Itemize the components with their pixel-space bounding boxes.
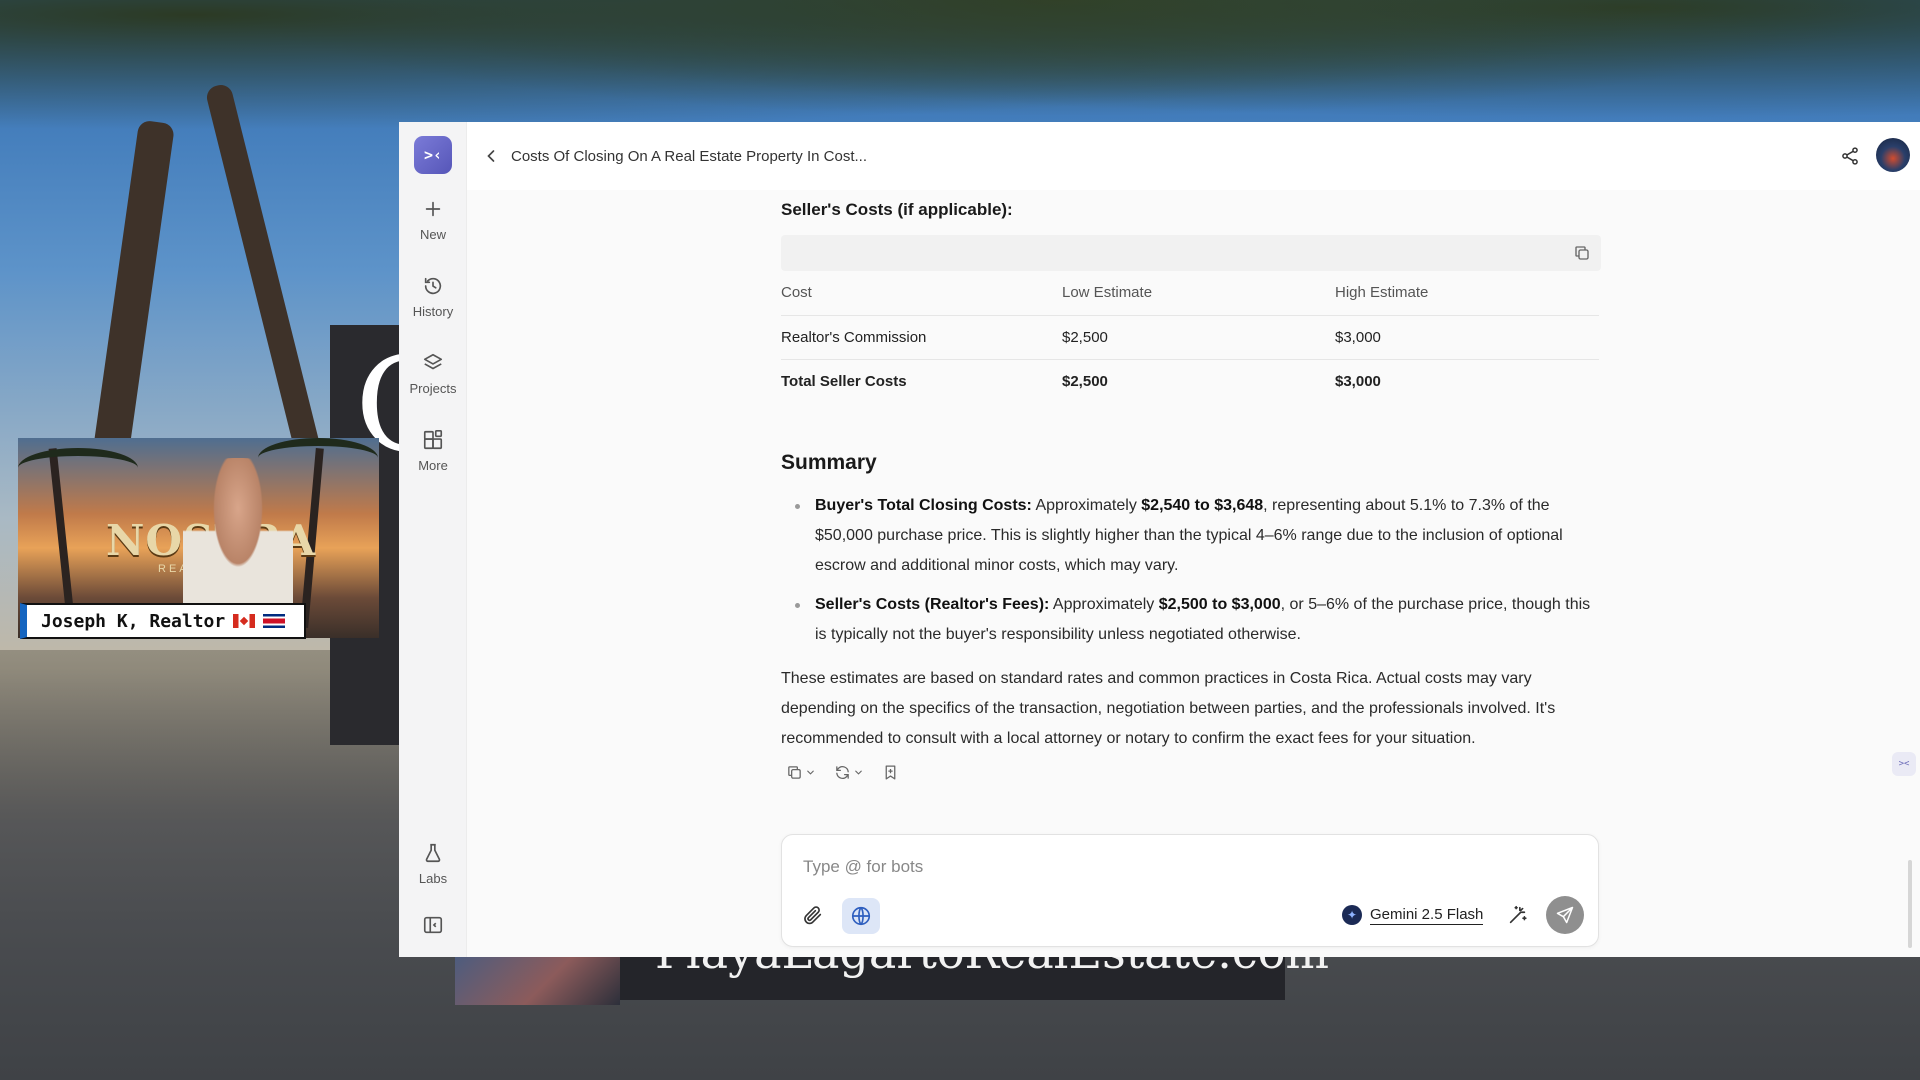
left-rail: >‹ New History Projects More Labs (399, 122, 467, 957)
rail-new-label: New (419, 227, 446, 242)
send-icon (1556, 906, 1574, 924)
bullet-amount: $2,500 to $3,000 (1158, 596, 1281, 613)
share-icon[interactable] (1840, 146, 1860, 166)
presenter-name: Joseph K, Realtor (41, 610, 226, 632)
sidebar-collapse-icon (422, 914, 444, 936)
rail-more-label: More (418, 458, 448, 473)
table-cell: $2,500 (1062, 315, 1335, 360)
bookmark-icon (885, 765, 896, 780)
rail-projects-label: Projects (409, 381, 457, 396)
chat-app-window: >‹ New History Projects More Labs Costs … (399, 122, 1920, 957)
chevron-down-icon (807, 770, 814, 775)
history-icon (422, 275, 444, 297)
floating-assistant-icon[interactable]: >< (1892, 752, 1916, 776)
copy-message-button[interactable] (786, 764, 816, 781)
bullet-text: Approximately (1049, 596, 1159, 613)
bullet-amount: $2,540 to $3,648 (1141, 497, 1264, 514)
list-item: Seller's Costs (Realtor's Fees): Approxi… (795, 590, 1601, 650)
table-cell: $3,000 (1335, 372, 1381, 390)
column-header: High Estimate (1335, 271, 1599, 316)
seller-costs-heading: Seller's Costs (if applicable): (781, 200, 1013, 219)
scrollbar[interactable] (1908, 860, 1912, 948)
bot-message: Seller's Costs (if applicable): Cost Low… (781, 200, 1601, 754)
web-search-toggle[interactable] (842, 898, 880, 934)
rail-labs-label: Labs (418, 871, 448, 886)
layers-icon (422, 352, 444, 374)
table-cell: $3,000 (1335, 315, 1599, 360)
bullet-text: Approximately (1031, 497, 1142, 514)
copy-icon (788, 766, 801, 779)
summary-heading: Summary (781, 451, 877, 474)
rail-more[interactable]: More (399, 429, 467, 473)
model-selector[interactable]: ✦ Gemini 2.5 Flash (1342, 905, 1484, 925)
column-header: Low Estimate (1062, 271, 1335, 316)
paperclip-icon[interactable] (802, 904, 824, 926)
presenter-name-tag: Joseph K, Realtor (20, 603, 306, 639)
user-avatar[interactable] (1876, 138, 1910, 172)
rail-new[interactable]: New (399, 198, 467, 242)
apps-icon (422, 429, 444, 451)
bullet-label: Seller's Costs (Realtor's Fees): (815, 596, 1050, 613)
model-name: Gemini 2.5 Flash (1370, 905, 1484, 925)
canada-flag-icon (233, 614, 256, 628)
magic-wand-icon[interactable] (1507, 904, 1529, 926)
summary-list: Buyer's Total Closing Costs: Approximate… (795, 491, 1601, 650)
refresh-icon (836, 766, 849, 779)
globe-icon (851, 906, 871, 926)
table-header-row: Cost Low Estimate High Estimate (781, 271, 1599, 316)
collapse-sidebar-button[interactable] (399, 914, 467, 936)
list-item: Buyer's Total Closing Costs: Approximate… (795, 491, 1601, 581)
bullet-label: Buyer's Total Closing Costs: (815, 497, 1032, 514)
plus-icon (422, 198, 444, 220)
rail-projects[interactable]: Projects (399, 352, 467, 396)
regenerate-button[interactable] (834, 764, 864, 781)
table-cell: $2,500 (1062, 372, 1108, 390)
chevron-down-icon (855, 770, 862, 775)
table-cell: Total Seller Costs (781, 372, 907, 390)
message-input[interactable] (803, 857, 1403, 877)
flask-icon (422, 842, 444, 864)
rail-labs[interactable]: Labs (399, 842, 467, 886)
table-toolbar (781, 235, 1601, 271)
seller-costs-table: Cost Low Estimate High Estimate Realtor'… (781, 271, 1599, 403)
conversation-title[interactable]: Costs Of Closing On A Real Estate Proper… (511, 148, 867, 165)
send-button[interactable] (1546, 896, 1584, 934)
message-actions (786, 764, 899, 781)
back-chevron-icon[interactable] (481, 146, 501, 166)
copy-table-icon[interactable] (1573, 244, 1591, 262)
closing-paragraph: These estimates are based on standard ra… (781, 670, 1556, 747)
top-bar: Costs Of Closing On A Real Estate Proper… (467, 122, 1920, 190)
costa-rica-flag-icon (263, 614, 286, 628)
rail-history-label: History (412, 304, 454, 319)
bookmark-button[interactable] (882, 764, 899, 781)
rail-history[interactable]: History (399, 275, 467, 319)
table-row: Realtor's Commission $2,500 $3,000 (781, 315, 1599, 360)
gemini-icon: ✦ (1342, 905, 1362, 925)
table-cell: Realtor's Commission (781, 315, 1062, 360)
app-logo[interactable]: >‹ (414, 136, 452, 174)
column-header: Cost (781, 271, 1062, 316)
message-composer: ✦ Gemini 2.5 Flash (781, 834, 1599, 947)
table-total-row: Total Seller Costs $2,500 $3,000 (781, 359, 1599, 403)
